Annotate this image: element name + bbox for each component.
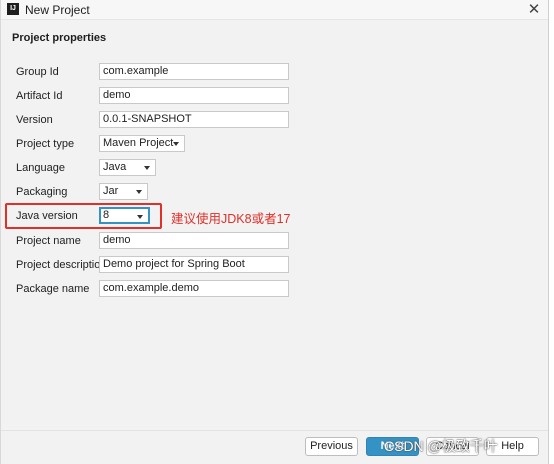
language-label: Language xyxy=(16,162,65,174)
artifact-id-label: Artifact Id xyxy=(16,90,63,102)
package-name-field[interactable]: com.example.demo xyxy=(99,280,289,297)
section-title: Project properties xyxy=(12,32,107,44)
new-project-dialog: IJ New Project ✕ Project properties Grou… xyxy=(0,0,549,464)
packaging-select[interactable]: Jar xyxy=(99,183,148,200)
project-type-select[interactable]: Maven Project xyxy=(99,135,185,152)
footer-divider xyxy=(1,430,549,431)
java-version-select[interactable]: 8 xyxy=(99,207,150,224)
window-title: New Project xyxy=(25,3,90,17)
packaging-value: Jar xyxy=(103,185,119,197)
java-version-value: 8 xyxy=(103,209,110,221)
chevron-down-icon xyxy=(137,215,143,219)
project-description-label: Project description xyxy=(16,259,107,271)
java-version-label: Java version xyxy=(16,210,78,222)
version-label: Version xyxy=(16,114,53,126)
language-select[interactable]: Java xyxy=(99,159,156,176)
window-edge xyxy=(548,0,554,464)
artifact-id-field[interactable]: demo xyxy=(99,87,289,104)
language-value: Java xyxy=(103,161,127,173)
intellij-icon: IJ xyxy=(7,3,19,15)
group-id-label: Group Id xyxy=(16,66,59,78)
project-name-field[interactable]: demo xyxy=(99,232,289,249)
close-icon[interactable]: ✕ xyxy=(525,1,543,19)
version-field[interactable]: 0.0.1-SNAPSHOT xyxy=(99,111,289,128)
project-description-field[interactable]: Demo project for Spring Boot xyxy=(99,256,289,273)
packaging-label: Packaging xyxy=(16,186,68,198)
watermark: CSDN @极致千叶 xyxy=(384,438,498,454)
project-type-value: Maven Project xyxy=(103,137,174,149)
annotation-text: 建议使用JDK8或者17 xyxy=(171,212,291,226)
project-type-label: Project type xyxy=(16,138,75,150)
chevron-down-icon xyxy=(173,142,179,146)
title-bar: IJ New Project ✕ xyxy=(1,0,549,20)
package-name-label: Package name xyxy=(16,283,90,295)
chevron-down-icon xyxy=(136,190,142,194)
chevron-down-icon xyxy=(144,166,150,170)
previous-button[interactable]: Previous xyxy=(305,437,358,456)
group-id-field[interactable]: com.example xyxy=(99,63,289,80)
project-name-label: Project name xyxy=(16,235,81,247)
